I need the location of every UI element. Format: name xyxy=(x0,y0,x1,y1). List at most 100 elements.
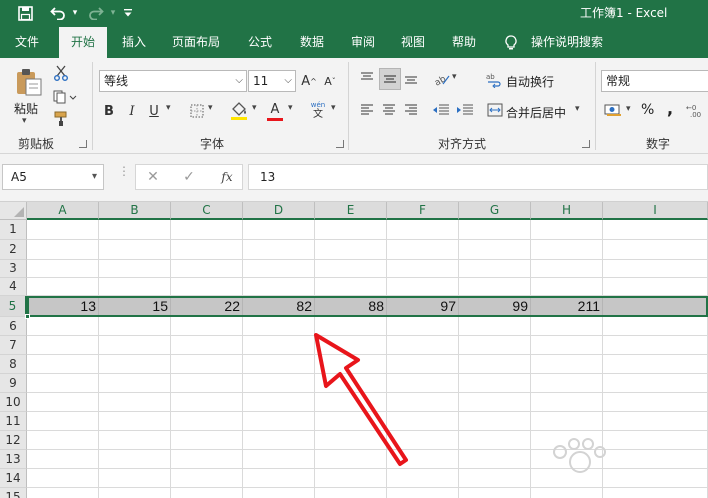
cell-b6[interactable] xyxy=(99,317,171,336)
cell-h5[interactable]: 211 xyxy=(531,296,603,317)
cell-c14[interactable] xyxy=(171,469,243,488)
cell-e5[interactable]: 88 xyxy=(315,296,387,317)
cell-c1[interactable] xyxy=(171,220,243,240)
tell-me-search[interactable]: 操作说明搜索 xyxy=(527,27,607,58)
cell-a13[interactable] xyxy=(27,450,99,469)
clipboard-dialog-launcher-icon[interactable] xyxy=(79,140,87,148)
cell-b4[interactable] xyxy=(99,278,171,296)
cell-g14[interactable] xyxy=(459,469,531,488)
cell-a8[interactable] xyxy=(27,355,99,374)
fill-color-dropdown-icon[interactable]: ▾ xyxy=(252,103,257,113)
cell-c3[interactable] xyxy=(171,260,243,278)
cell-h3[interactable] xyxy=(531,260,603,278)
increase-decimal-icon[interactable]: ←0.00 xyxy=(686,102,708,118)
cell-d3[interactable] xyxy=(243,260,315,278)
cell-c12[interactable] xyxy=(171,431,243,450)
cell-a11[interactable] xyxy=(27,412,99,431)
formula-input[interactable]: 13 xyxy=(248,164,708,190)
row-header-13[interactable]: 13 xyxy=(0,450,27,469)
cell-i3[interactable] xyxy=(603,260,708,278)
cell-g10[interactable] xyxy=(459,393,531,412)
align-left-icon[interactable] xyxy=(358,102,376,118)
percent-style-button[interactable]: % xyxy=(641,102,654,118)
phonetic-guide-icon[interactable]: wén 文 xyxy=(308,100,328,122)
row-header-3[interactable]: 3 xyxy=(0,260,27,278)
comma-style-button[interactable]: , xyxy=(667,99,673,118)
decrease-indent-icon[interactable] xyxy=(431,102,451,118)
cell-e3[interactable] xyxy=(315,260,387,278)
cell-e4[interactable] xyxy=(315,278,387,296)
cell-a2[interactable] xyxy=(27,240,99,260)
bottom-align-icon[interactable] xyxy=(402,70,420,86)
tab-page-layout[interactable]: 页面布局 xyxy=(164,27,228,58)
cell-h6[interactable] xyxy=(531,317,603,336)
cell-h7[interactable] xyxy=(531,336,603,355)
cell-c8[interactable] xyxy=(171,355,243,374)
insert-function-button[interactable]: fx xyxy=(214,165,240,189)
tab-review[interactable]: 审阅 xyxy=(341,27,385,58)
row-header-10[interactable]: 10 xyxy=(0,393,27,412)
select-all-button[interactable] xyxy=(0,202,27,220)
tab-data[interactable]: 数据 xyxy=(290,27,334,58)
middle-align-icon[interactable] xyxy=(379,68,401,90)
column-header-a[interactable]: A xyxy=(27,202,99,220)
cell-a3[interactable] xyxy=(27,260,99,278)
cell-g15[interactable] xyxy=(459,488,531,498)
row-header-15[interactable]: 15 xyxy=(0,488,27,498)
cell-d1[interactable] xyxy=(243,220,315,240)
cell-a14[interactable] xyxy=(27,469,99,488)
tab-help[interactable]: 帮助 xyxy=(442,27,486,58)
font-dialog-launcher-icon[interactable] xyxy=(336,140,344,148)
cell-a6[interactable] xyxy=(27,317,99,336)
cell-i1[interactable] xyxy=(603,220,708,240)
cell-c13[interactable] xyxy=(171,450,243,469)
cell-b1[interactable] xyxy=(99,220,171,240)
tab-file[interactable]: 文件 xyxy=(4,27,50,58)
cell-b12[interactable] xyxy=(99,431,171,450)
merge-center-button[interactable]: 合并后居中 xyxy=(506,104,566,121)
cell-g1[interactable] xyxy=(459,220,531,240)
cell-i9[interactable] xyxy=(603,374,708,393)
row-header-14[interactable]: 14 xyxy=(0,469,27,488)
cell-i10[interactable] xyxy=(603,393,708,412)
paste-dropdown-icon[interactable]: ▾ xyxy=(22,116,27,126)
cell-h2[interactable] xyxy=(531,240,603,260)
undo-dropdown-icon[interactable]: ▾ xyxy=(70,3,80,23)
cut-icon[interactable] xyxy=(52,64,70,82)
cell-h1[interactable] xyxy=(531,220,603,240)
fill-handle[interactable] xyxy=(25,314,30,319)
cell-c7[interactable] xyxy=(171,336,243,355)
font-size-select[interactable]: 11 ⌵ xyxy=(248,70,296,92)
paste-icon[interactable] xyxy=(12,66,46,98)
cell-a10[interactable] xyxy=(27,393,99,412)
tab-home[interactable]: 开始 xyxy=(59,27,107,58)
accounting-dropdown-icon[interactable]: ▾ xyxy=(626,104,631,114)
cell-h4[interactable] xyxy=(531,278,603,296)
merge-center-dropdown-icon[interactable]: ▾ xyxy=(575,104,580,114)
worksheet-grid[interactable]: A B C D E F G H I 1 2 3 4 5 13 15 22 82 88 97 99 211 6 7 8 9 10 11 1… xyxy=(0,202,708,498)
cell-g6[interactable] xyxy=(459,317,531,336)
wrap-text-button[interactable]: 自动换行 xyxy=(506,73,554,90)
cell-g11[interactable] xyxy=(459,412,531,431)
customize-quick-access-icon[interactable] xyxy=(120,3,136,23)
cell-f4[interactable] xyxy=(387,278,459,296)
cell-b8[interactable] xyxy=(99,355,171,374)
column-header-i[interactable]: I xyxy=(603,202,708,220)
name-box[interactable]: A5 ▾ xyxy=(2,164,104,190)
cell-c4[interactable] xyxy=(171,278,243,296)
undo-icon[interactable] xyxy=(46,3,70,23)
underline-button[interactable]: U xyxy=(147,101,161,121)
cell-i4[interactable] xyxy=(603,278,708,296)
cell-i2[interactable] xyxy=(603,240,708,260)
cell-c15[interactable] xyxy=(171,488,243,498)
cell-e15[interactable] xyxy=(315,488,387,498)
cell-i8[interactable] xyxy=(603,355,708,374)
font-name-select[interactable]: 等线 ⌵ xyxy=(99,70,247,92)
borders-dropdown-icon[interactable]: ▾ xyxy=(208,103,213,113)
italic-button[interactable]: I xyxy=(125,101,139,121)
borders-icon[interactable] xyxy=(188,103,206,119)
cell-c5[interactable]: 22 xyxy=(171,296,243,317)
cell-e2[interactable] xyxy=(315,240,387,260)
cancel-entry-button[interactable]: ✕ xyxy=(140,165,166,189)
cell-a12[interactable] xyxy=(27,431,99,450)
